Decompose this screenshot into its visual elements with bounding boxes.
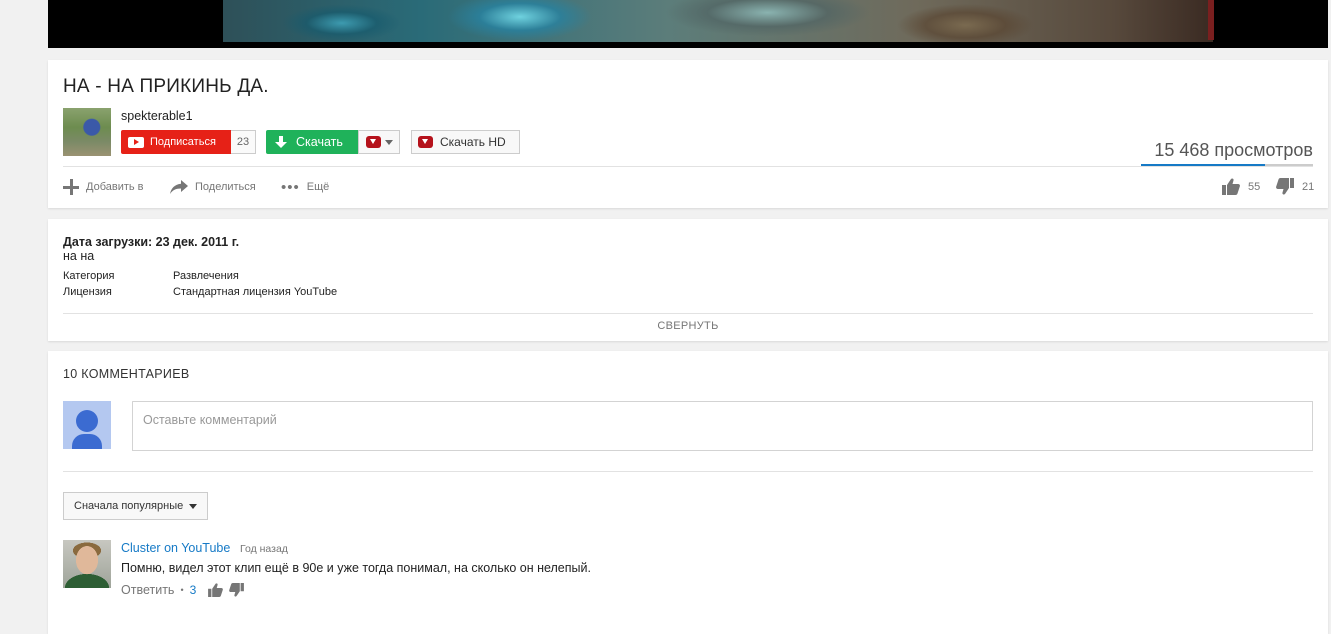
arrow-down-icon	[275, 136, 287, 148]
subscribe-label: Подписаться	[150, 136, 216, 148]
share-icon	[170, 180, 188, 194]
separator: •	[180, 585, 184, 595]
comment-like-count: 3	[189, 583, 197, 597]
comments-header: 10 КОММЕНТАРИЕВ	[63, 367, 190, 381]
thumbs-up-icon[interactable]	[208, 583, 224, 597]
reply-button[interactable]: Ответить	[121, 583, 174, 597]
meta-value-category[interactable]: Развлечения	[173, 270, 239, 282]
video-frame-edge	[1208, 0, 1214, 40]
meta-label-category: Категория	[63, 270, 115, 282]
more-button[interactable]: ••• Ещё	[281, 178, 329, 196]
channel-avatar[interactable]	[63, 108, 111, 156]
caret-down-icon	[384, 139, 393, 145]
thumbs-down-icon[interactable]	[229, 583, 245, 597]
sort-label: Сначала популярные	[74, 500, 184, 512]
dislike-count: 21	[1302, 180, 1315, 193]
comment-text: Помню, видел этот клип ещё в 90е и уже т…	[121, 561, 591, 575]
add-to-button[interactable]: Добавить в	[63, 178, 144, 196]
comment-author[interactable]: Cluster on YouTube	[121, 541, 230, 555]
upload-date: Дата загрузки: 23 дек. 2011 г.	[63, 235, 240, 249]
comment-input[interactable]: Оставьте комментарий	[132, 401, 1313, 451]
download-button[interactable]: Скачать	[266, 130, 358, 154]
youtube-icon	[128, 136, 144, 148]
description-card: Дата загрузки: 23 дек. 2011 г. на на Кат…	[48, 219, 1328, 341]
like-button[interactable]: 55	[1222, 178, 1260, 195]
collapse-button[interactable]: СВЕРНУТЬ	[48, 320, 1328, 332]
thumbs-down-icon	[1276, 178, 1294, 195]
divider	[63, 471, 1313, 472]
channel-name[interactable]: spekterable1	[121, 109, 193, 123]
comments-card: 10 КОММЕНТАРИЕВ Оставьте комментарий Сна…	[48, 351, 1328, 634]
subscribe-button[interactable]: Подписаться	[121, 130, 231, 154]
dislike-button[interactable]: 21	[1276, 178, 1314, 195]
like-count: 55	[1248, 180, 1261, 193]
download-menu-button[interactable]	[358, 130, 400, 154]
more-label: Ещё	[306, 181, 330, 193]
video-player[interactable]	[48, 0, 1328, 48]
red-download-icon	[365, 136, 381, 148]
share-button[interactable]: Поделиться	[170, 178, 256, 196]
subscriber-count: 23	[231, 130, 256, 154]
meta-value-license: Стандартная лицензия YouTube	[173, 286, 338, 298]
video-title: НА - НА ПРИКИНЬ ДА.	[63, 76, 269, 97]
sort-dropdown[interactable]: Сначала популярные	[63, 492, 208, 520]
view-count: 15 468 просмотров	[1154, 140, 1313, 160]
description-text: на на	[63, 249, 95, 263]
more-icon: •••	[281, 178, 300, 196]
download-hd-label: Скачать HD	[440, 135, 506, 149]
video-info-card: НА - НА ПРИКИНЬ ДА. spekterable1 Подписа…	[48, 60, 1328, 208]
comment-author-avatar[interactable]	[63, 540, 111, 588]
thumbs-up-icon	[1222, 178, 1240, 195]
user-avatar-icon	[63, 401, 111, 449]
divider	[63, 313, 1313, 314]
comment-actions: Ответить • 3	[121, 583, 245, 597]
divider	[63, 166, 1313, 167]
plus-icon	[63, 179, 79, 195]
download-label: Скачать	[296, 135, 343, 149]
download-hd-button[interactable]: Скачать HD	[411, 130, 520, 154]
meta-label-license: Лицензия	[63, 286, 112, 298]
video-frame	[223, 0, 1213, 42]
add-to-label: Добавить в	[86, 181, 144, 193]
comment-input-notch	[122, 401, 133, 412]
share-label: Поделиться	[195, 181, 256, 193]
red-download-icon	[418, 136, 433, 148]
caret-down-icon	[189, 503, 198, 509]
comment-time[interactable]: Год назад	[240, 543, 288, 555]
